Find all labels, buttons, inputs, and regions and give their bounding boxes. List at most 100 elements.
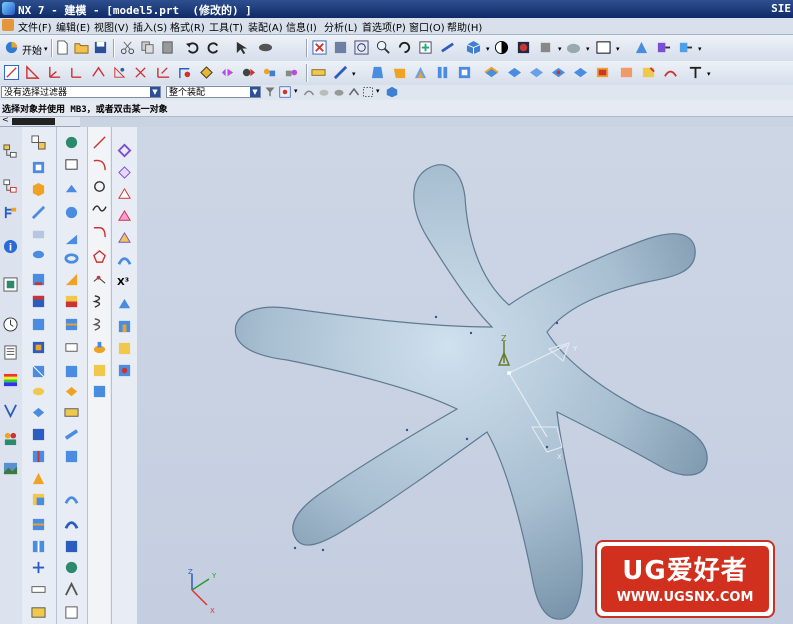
menu-app-icon[interactable] bbox=[2, 19, 14, 31]
layer-icon[interactable] bbox=[538, 40, 553, 55]
render-view-icon[interactable] bbox=[117, 363, 132, 378]
clock-icon[interactable] bbox=[3, 317, 18, 332]
datum-plane-icon[interactable] bbox=[91, 65, 106, 80]
new-file-icon[interactable] bbox=[55, 40, 70, 55]
combine-icon[interactable] bbox=[64, 317, 79, 332]
selection-scope-combo[interactable]: 整个装配 ▼ bbox=[166, 86, 261, 98]
sheet-feature-icon[interactable] bbox=[31, 471, 46, 486]
x-form-icon[interactable]: X³ bbox=[117, 277, 129, 288]
part-navigator-icon[interactable] bbox=[3, 205, 18, 220]
palette-icon[interactable] bbox=[3, 373, 18, 388]
circle-icon[interactable] bbox=[92, 179, 107, 194]
rotate-icon[interactable] bbox=[397, 40, 412, 55]
redo-icon[interactable] bbox=[206, 40, 221, 55]
face-feature-icon[interactable] bbox=[31, 384, 46, 399]
start-button[interactable]: 开始 bbox=[22, 42, 42, 57]
project-curve-icon[interactable] bbox=[92, 384, 107, 399]
feature-icon[interactable] bbox=[31, 135, 46, 150]
face-rule-icon[interactable] bbox=[318, 86, 330, 98]
start-dropdown-icon[interactable]: ▾ bbox=[44, 45, 48, 53]
curve-rule-icon[interactable] bbox=[303, 86, 315, 98]
through-points-icon[interactable] bbox=[117, 165, 132, 180]
menu-format[interactable]: 格式(R) bbox=[170, 19, 205, 34]
primitive-icon[interactable] bbox=[64, 135, 79, 150]
groove-icon[interactable] bbox=[284, 65, 299, 80]
datum-csys-icon[interactable] bbox=[47, 65, 62, 80]
paste-icon[interactable] bbox=[160, 40, 175, 55]
unite-icon[interactable] bbox=[484, 65, 499, 80]
mirror-feature-icon[interactable] bbox=[31, 227, 46, 242]
repeat-command-icon[interactable] bbox=[234, 40, 249, 55]
mesh-icon[interactable] bbox=[64, 539, 79, 554]
menu-assembly[interactable]: 装配(A) bbox=[248, 19, 283, 34]
type-filter-combo[interactable]: 没有选择过滤器 ▼ bbox=[1, 86, 161, 98]
menu-tools[interactable]: 工具(T) bbox=[209, 19, 243, 34]
divide-face-icon[interactable] bbox=[31, 539, 46, 554]
offset-surface-icon[interactable] bbox=[31, 405, 46, 420]
studio-surface-icon[interactable] bbox=[64, 605, 79, 620]
edge-blend-icon[interactable] bbox=[370, 65, 385, 80]
feature-edit-icon[interactable] bbox=[333, 65, 348, 80]
chamfer-icon[interactable] bbox=[392, 65, 407, 80]
background-icon[interactable] bbox=[566, 40, 581, 55]
cone-icon[interactable] bbox=[64, 181, 79, 196]
split-body-icon[interactable] bbox=[573, 65, 588, 80]
helix-icon[interactable] bbox=[92, 294, 107, 309]
system-scenes-icon[interactable] bbox=[3, 461, 18, 476]
start-icon[interactable] bbox=[4, 40, 19, 55]
datum-axis-icon[interactable] bbox=[69, 65, 84, 80]
extrude-icon[interactable] bbox=[112, 65, 127, 80]
thicken-sheet-icon[interactable] bbox=[64, 272, 79, 287]
face-offset-icon[interactable] bbox=[64, 364, 79, 379]
internet-explorer-icon[interactable]: i bbox=[3, 239, 18, 254]
wedge-icon[interactable] bbox=[64, 231, 79, 246]
menu-edit[interactable]: 编辑(E) bbox=[56, 19, 90, 34]
shell-icon[interactable] bbox=[413, 65, 428, 80]
fillet-icon[interactable] bbox=[92, 224, 107, 239]
thread-icon[interactable] bbox=[31, 205, 46, 220]
system-materials-icon[interactable] bbox=[3, 345, 18, 360]
copy-icon[interactable] bbox=[140, 40, 155, 55]
menu-insert[interactable]: 插入(S) bbox=[133, 19, 167, 34]
process-studio-icon[interactable] bbox=[3, 403, 18, 418]
boss-icon[interactable] bbox=[199, 65, 214, 80]
cube-feature-icon[interactable] bbox=[31, 317, 46, 332]
project-icon[interactable] bbox=[31, 517, 46, 532]
scale-body-icon[interactable] bbox=[619, 65, 634, 80]
arc-icon[interactable] bbox=[92, 157, 107, 172]
offset-curve-icon[interactable] bbox=[92, 363, 107, 378]
cylinder-block-icon[interactable] bbox=[31, 449, 46, 464]
render-style-icon[interactable] bbox=[494, 40, 509, 55]
from-poles-icon[interactable] bbox=[117, 187, 132, 202]
undo-icon[interactable] bbox=[185, 40, 200, 55]
cube-select-icon[interactable] bbox=[386, 86, 398, 98]
swoop-icon[interactable] bbox=[117, 253, 132, 268]
color-box-icon[interactable] bbox=[596, 40, 611, 55]
bounded-plane-icon[interactable] bbox=[117, 231, 132, 246]
sketch-icon[interactable] bbox=[4, 65, 19, 80]
chevron-down-icon[interactable]: ▼ bbox=[250, 87, 260, 97]
menu-information[interactable]: 信息(I) bbox=[286, 19, 317, 34]
chevron-left-icon[interactable]: < bbox=[2, 115, 9, 124]
section-view-icon[interactable] bbox=[656, 40, 671, 55]
thin-body-icon[interactable] bbox=[64, 340, 79, 355]
zoom-in-out-icon[interactable] bbox=[376, 40, 391, 55]
merge-feature-icon[interactable] bbox=[31, 492, 46, 507]
feature-table-icon[interactable] bbox=[311, 65, 326, 80]
orient-dropdown-icon[interactable]: ▾ bbox=[486, 45, 490, 53]
menu-analysis[interactable]: 分析(L) bbox=[324, 19, 357, 34]
body-rule-icon[interactable] bbox=[333, 86, 345, 98]
sphere-icon[interactable] bbox=[64, 205, 79, 220]
datum-block-icon[interactable] bbox=[31, 427, 46, 442]
text-curve-icon[interactable] bbox=[92, 340, 107, 355]
constraint-navigator-icon[interactable] bbox=[3, 179, 18, 194]
filter-settings-icon[interactable] bbox=[264, 86, 276, 98]
roles-icon[interactable] bbox=[3, 431, 18, 446]
pattern-icon[interactable] bbox=[457, 65, 472, 80]
tube-box-icon[interactable] bbox=[64, 405, 79, 420]
background-dropdown-icon[interactable]: ▾ bbox=[586, 45, 590, 53]
feature-dropdown-icon[interactable]: ▾ bbox=[707, 70, 711, 78]
snap-point-icon[interactable] bbox=[279, 86, 291, 98]
fit-view-icon[interactable] bbox=[312, 40, 327, 55]
trim-curve-icon[interactable] bbox=[31, 560, 46, 575]
